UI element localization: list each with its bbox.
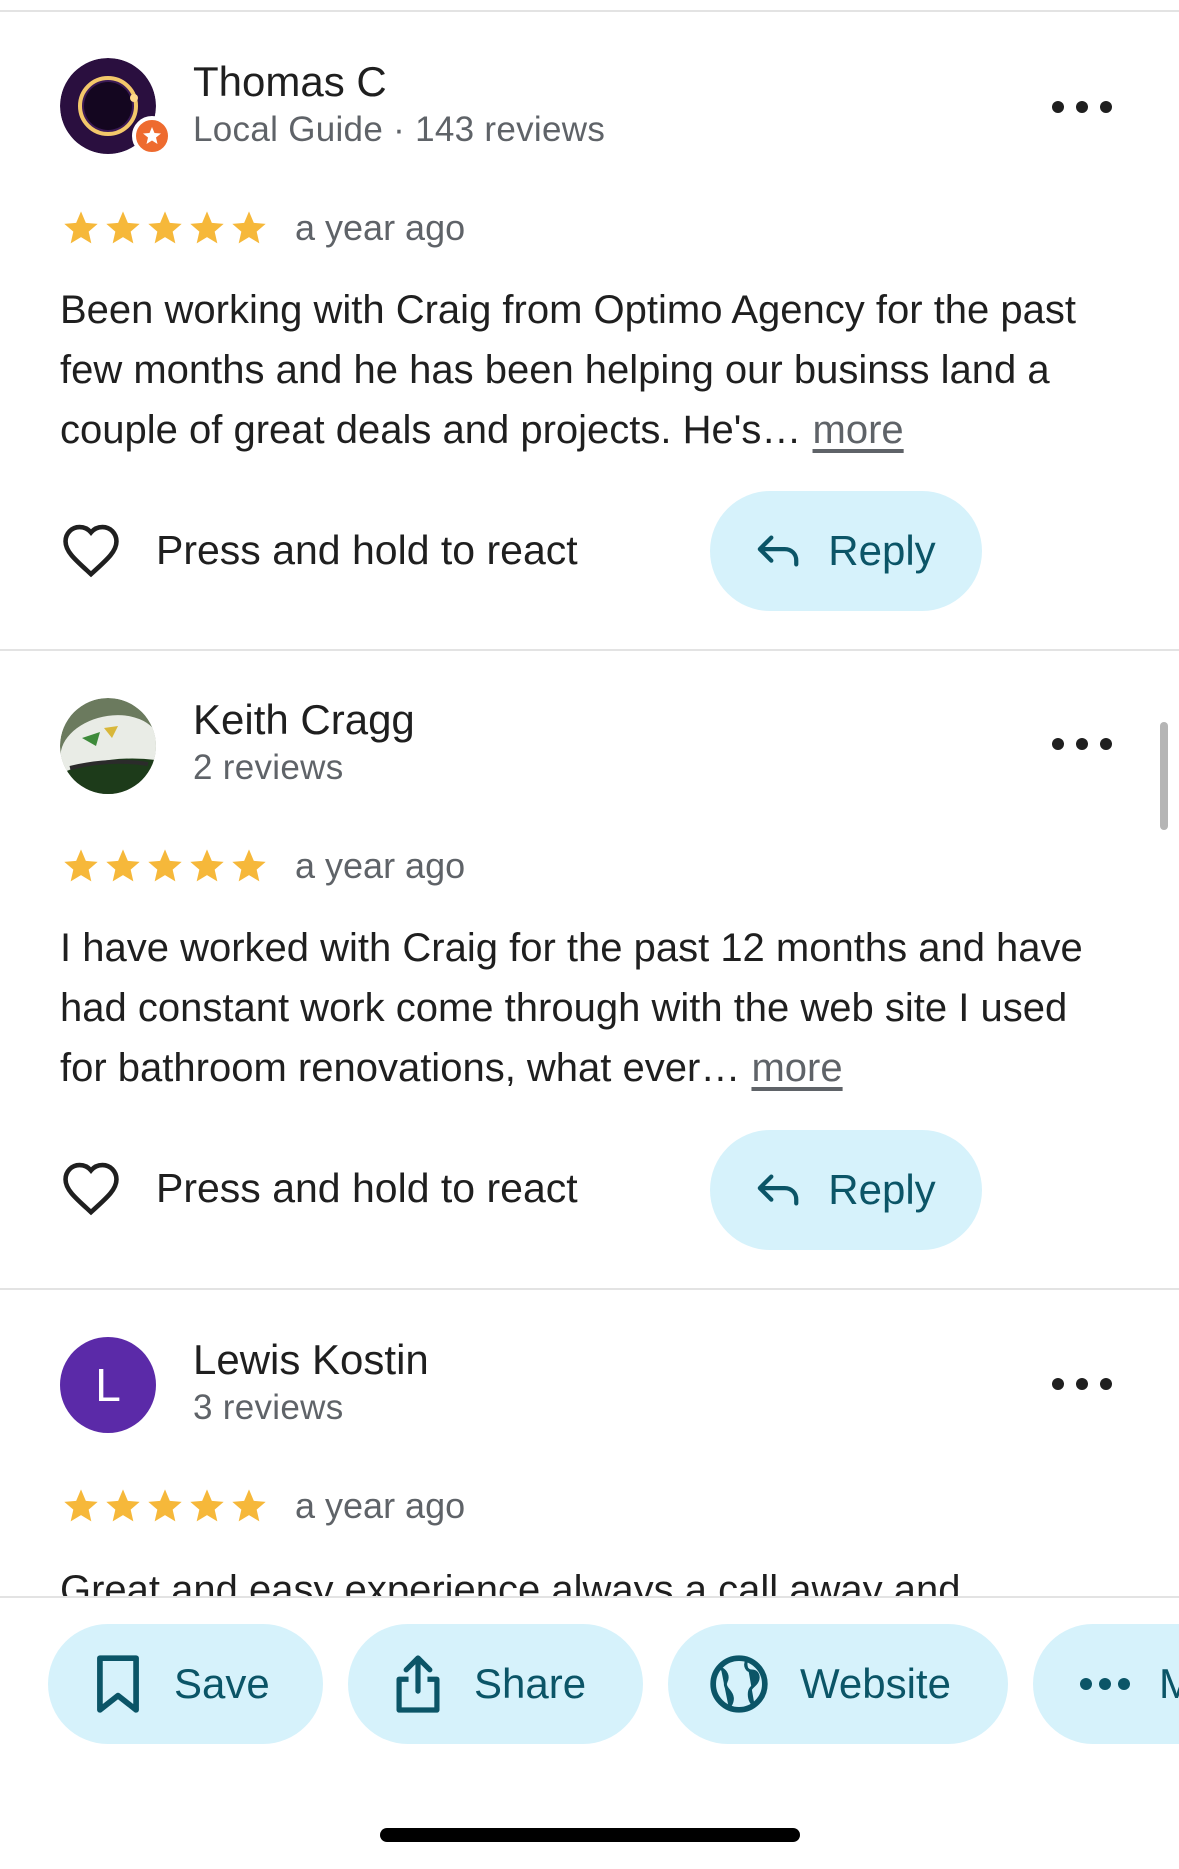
avatar[interactable] xyxy=(60,58,172,156)
review-body: I have worked with Craig for the past 12… xyxy=(60,926,1083,1090)
dot xyxy=(1100,738,1112,750)
reply-button[interactable]: Reply xyxy=(710,491,982,611)
star-icon xyxy=(106,849,140,882)
reply-button[interactable]: Reply xyxy=(710,1130,982,1250)
dot xyxy=(1076,738,1088,750)
more-options-button[interactable] xyxy=(1052,87,1112,127)
review-time: a year ago xyxy=(295,207,466,248)
reviewer-name[interactable]: Lewis Kostin xyxy=(193,1336,429,1384)
review-card: Thomas C Local Guide · 143 reviews a yea… xyxy=(0,0,1179,650)
review-time: a year ago xyxy=(295,1485,466,1526)
star-rating xyxy=(60,208,270,248)
star-rating xyxy=(60,846,270,886)
react-button[interactable]: Press and hold to react xyxy=(60,1160,578,1216)
star-icon xyxy=(106,1489,140,1522)
star-rating xyxy=(60,1486,270,1526)
more-options-button[interactable] xyxy=(1052,1364,1112,1404)
heart-icon xyxy=(63,524,119,578)
website-label: Website xyxy=(800,1660,951,1707)
review-time: a year ago xyxy=(295,845,466,886)
review-text[interactable]: Great and easy experience always a call … xyxy=(60,1560,1120,1596)
review-text[interactable]: Been working with Craig from Optimo Agen… xyxy=(60,280,1120,460)
more-actions-label: M xyxy=(1159,1660,1179,1708)
more-link[interactable]: more xyxy=(751,1046,842,1090)
reviewer-meta: 3 reviews xyxy=(193,1388,344,1427)
review-card: Keith Cragg 2 reviews a year ago I have … xyxy=(0,650,1179,1290)
local-guide-badge-icon xyxy=(132,116,172,156)
share-icon xyxy=(396,1655,440,1713)
reviewer-name[interactable]: Keith Cragg xyxy=(193,696,415,744)
star-icon xyxy=(232,1489,266,1522)
home-indicator[interactable] xyxy=(380,1828,800,1842)
react-label: Press and hold to react xyxy=(156,1164,578,1211)
dot xyxy=(1076,1378,1088,1390)
dot xyxy=(1076,101,1088,113)
dot xyxy=(1100,1378,1112,1390)
star-icon xyxy=(64,211,98,244)
reviewer-meta: 2 reviews xyxy=(193,748,344,787)
star-icon xyxy=(106,211,140,244)
reply-arrow-icon xyxy=(758,535,799,567)
dot xyxy=(1052,101,1064,113)
avatar[interactable] xyxy=(60,698,156,794)
dot xyxy=(1052,738,1064,750)
reply-label: Reply xyxy=(828,1166,936,1213)
review-card: L Lewis Kostin 3 reviews a year ago Grea… xyxy=(0,1290,1179,1596)
star-icon xyxy=(148,1489,182,1522)
more-link[interactable]: more xyxy=(813,408,904,452)
website-button[interactable]: Website xyxy=(668,1624,1008,1744)
reply-label: Reply xyxy=(828,527,936,574)
more-actions-button[interactable]: M xyxy=(1033,1624,1179,1744)
share-button[interactable]: Share xyxy=(348,1624,643,1744)
react-label: Press and hold to react xyxy=(156,526,578,573)
star-icon xyxy=(148,849,182,882)
dot xyxy=(1052,1378,1064,1390)
review-body: Great and easy experience always a call … xyxy=(60,1568,961,1596)
star-icon xyxy=(232,211,266,244)
globe-icon xyxy=(710,1655,768,1713)
reviewer-meta: Local Guide · 143 reviews xyxy=(193,110,606,149)
star-icon xyxy=(148,211,182,244)
avatar-letter: L xyxy=(60,1337,156,1433)
avatar-photo xyxy=(60,698,156,794)
star-icon xyxy=(190,1489,224,1522)
more-options-button[interactable] xyxy=(1052,724,1112,764)
dot xyxy=(1100,101,1112,113)
star-icon xyxy=(64,849,98,882)
avatar[interactable]: L xyxy=(60,1337,156,1433)
scrollbar[interactable] xyxy=(1160,722,1168,830)
star-icon xyxy=(64,1489,98,1522)
more-horiz-icon xyxy=(1080,1678,1130,1690)
bookmark-icon xyxy=(97,1655,139,1713)
react-button[interactable]: Press and hold to react xyxy=(60,522,578,578)
reply-arrow-icon xyxy=(758,1174,799,1206)
reviewer-name[interactable]: Thomas C xyxy=(193,58,387,106)
star-icon xyxy=(190,849,224,882)
share-label: Share xyxy=(474,1660,587,1707)
review-text[interactable]: I have worked with Craig for the past 12… xyxy=(60,918,1120,1098)
heart-icon xyxy=(63,1162,119,1216)
save-button[interactable]: Save xyxy=(48,1624,323,1744)
star-icon xyxy=(190,211,224,244)
star-icon xyxy=(232,849,266,882)
save-label: Save xyxy=(174,1660,270,1707)
review-body: Been working with Craig from Optimo Agen… xyxy=(60,288,1077,452)
